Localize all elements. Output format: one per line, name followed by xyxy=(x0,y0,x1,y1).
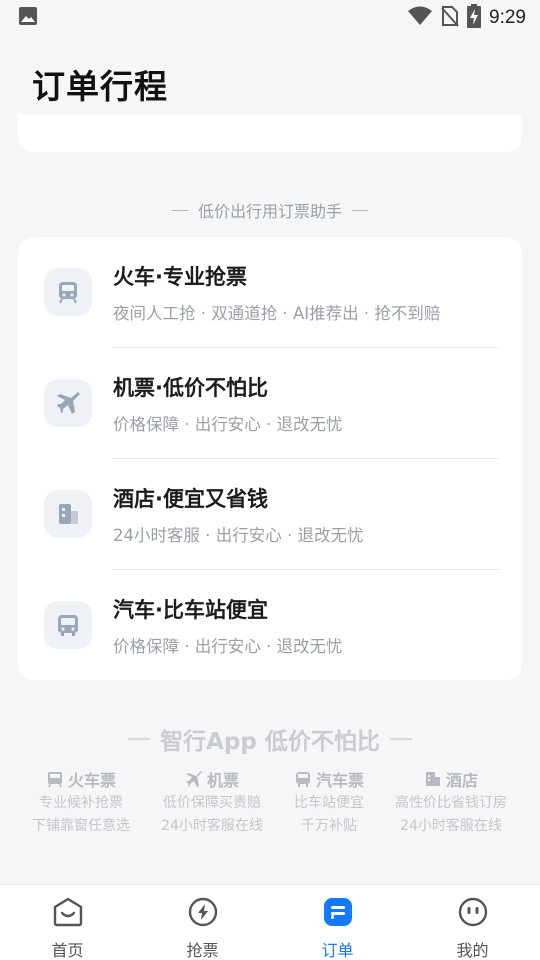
service-title: 火车·专业抢票 xyxy=(113,265,247,289)
feature-line: 24小时客服在线 xyxy=(400,818,502,834)
order-icon xyxy=(321,895,355,929)
helper-section-divider: 低价出行用订票助手 xyxy=(0,198,540,222)
service-title: 汽车·比车站便宜 xyxy=(113,598,268,622)
slogan-line-left xyxy=(128,738,151,740)
home-icon xyxy=(51,895,85,929)
feature-list: 火车票 专业候补抢票 下铺靠窗任意选 机票 低价保障买贵赔 24小时客服在线 汽… xyxy=(0,766,540,846)
feature-line: 下铺靠窗任意选 xyxy=(32,818,130,834)
tab-label: 订单 xyxy=(321,941,354,960)
tab-label: 抢票 xyxy=(186,941,219,960)
feature-line: 专业候补抢票 xyxy=(39,795,123,811)
feature-line: 高性价比省钱订房 xyxy=(395,795,507,811)
service-title: 酒店·便宜又省钱 xyxy=(113,487,268,511)
status-right: 9:29 xyxy=(407,4,526,32)
feature-title: 机票 xyxy=(206,771,239,790)
tab-label: 我的 xyxy=(456,941,489,960)
page-title: 订单行程 xyxy=(32,67,168,106)
no-sim-icon xyxy=(441,5,459,31)
service-card: 火车·专业抢票 夜间人工抢 · 双通道抢 · AI推荐出 · 抢不到赔 机票·低… xyxy=(18,237,522,680)
gallery-notification-icon xyxy=(18,6,38,30)
service-title: 机票·低价不怕比 xyxy=(113,376,268,400)
bottom-tab-bar: 首页 抢票 订单 我的 xyxy=(0,884,540,960)
service-desc: 价格保障 · 出行安心 · 退改无忧 xyxy=(113,637,343,656)
feature-line: 低价保障买贵赔 xyxy=(163,795,261,811)
service-item-train[interactable]: 火车·专业抢票 夜间人工抢 · 双通道抢 · AI推荐出 · 抢不到赔 xyxy=(18,237,522,348)
feature-flight: 机票 低价保障买贵赔 24小时客服在线 xyxy=(147,766,277,838)
tab-label: 首页 xyxy=(51,941,84,960)
battery-charging-icon xyxy=(467,4,482,32)
feature-train: 火车票 专业候补抢票 下铺靠窗任意选 xyxy=(16,766,146,838)
plane-icon xyxy=(185,771,202,787)
helper-section-label: 低价出行用订票助手 xyxy=(197,202,342,221)
feature-title: 汽车票 xyxy=(315,771,364,790)
service-desc: 24小时客服 · 出行安心 · 退改无忧 xyxy=(113,526,364,545)
tab-profile[interactable]: 我的 xyxy=(405,885,540,960)
plane-icon xyxy=(44,379,92,427)
feature-title: 酒店 xyxy=(445,771,478,790)
feature-bus: 汽车票 比车站便宜 千万补贴 xyxy=(264,766,394,838)
tab-home[interactable]: 首页 xyxy=(0,885,135,960)
train-icon xyxy=(44,268,92,316)
bus-icon xyxy=(295,772,310,787)
feature-line: 千万补贴 xyxy=(301,818,357,834)
tab-grab-ticket[interactable]: 抢票 xyxy=(135,885,270,960)
service-item-hotel[interactable]: 酒店·便宜又省钱 24小时客服 · 出行安心 · 退改无忧 xyxy=(18,459,522,570)
order-list-card xyxy=(18,114,522,152)
service-desc: 价格保障 · 出行安心 · 退改无忧 xyxy=(113,415,343,434)
feature-line: 24小时客服在线 xyxy=(161,818,263,834)
profile-icon xyxy=(456,895,490,929)
service-item-bus[interactable]: 汽车·比车站便宜 价格保障 · 出行安心 · 退改无忧 xyxy=(18,570,522,681)
feature-title: 火车票 xyxy=(67,771,116,790)
slogan-line-right xyxy=(389,738,412,740)
hotel-icon xyxy=(425,772,440,786)
flash-icon xyxy=(186,895,220,929)
slogan-text: 智行App 低价不怕比 xyxy=(160,729,380,755)
clock: 9:29 xyxy=(489,7,526,28)
service-item-flight[interactable]: 机票·低价不怕比 价格保障 · 出行安心 · 退改无忧 xyxy=(18,348,522,459)
wifi-icon xyxy=(407,5,433,31)
bus-icon xyxy=(44,601,92,649)
hotel-icon xyxy=(44,490,92,538)
status-bar: 9:29 xyxy=(0,0,540,36)
train-ticket-icon xyxy=(47,772,62,788)
feature-line: 比车站便宜 xyxy=(294,795,364,811)
feature-hotel: 酒店 高性价比省钱订房 24小时客服在线 xyxy=(386,766,516,838)
service-desc: 夜间人工抢 · 双通道抢 · AI推荐出 · 抢不到赔 xyxy=(113,304,441,323)
slogan: 智行App 低价不怕比 xyxy=(0,722,540,756)
divider-line-left xyxy=(171,209,188,211)
divider-line-right xyxy=(352,209,368,211)
tab-orders[interactable]: 订单 xyxy=(270,885,405,960)
